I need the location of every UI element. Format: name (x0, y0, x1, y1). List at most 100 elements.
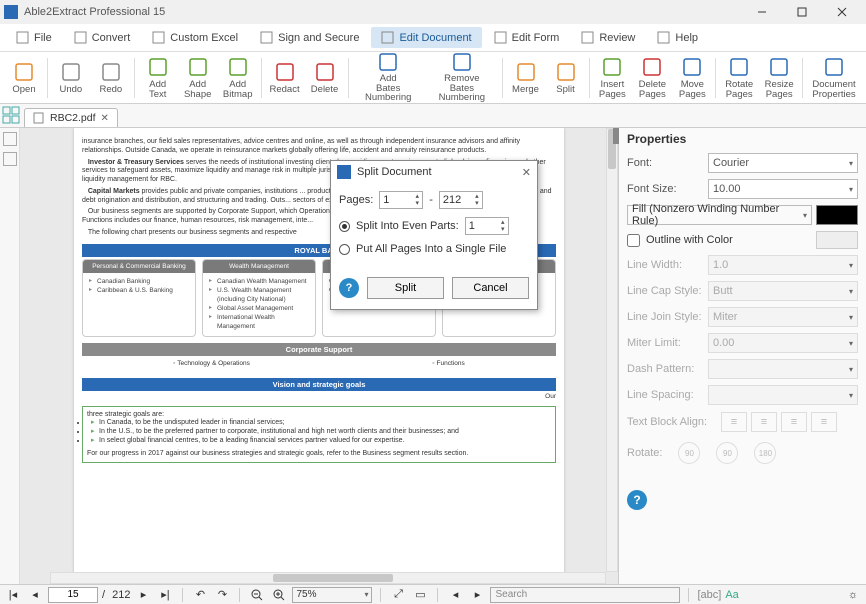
rotate-ccw-button[interactable]: ↶ (191, 587, 209, 603)
zoom-select[interactable]: 75% (292, 587, 372, 603)
delete-button[interactable]: Delete (305, 54, 345, 102)
panel-splitter-icon[interactable] (613, 128, 619, 144)
panel-grid-icon[interactable] (2, 106, 20, 124)
zoom-in-button[interactable] (270, 587, 288, 603)
insert-pages-icon (601, 56, 623, 78)
redo-icon (100, 61, 122, 83)
menu-help[interactable]: Help (647, 27, 708, 48)
dialog-close-icon[interactable]: ✕ (522, 166, 531, 179)
doc-scrollbar-horizontal[interactable] (50, 572, 606, 584)
page-number-input[interactable] (48, 587, 98, 603)
menu-file[interactable]: File (6, 27, 62, 48)
search-next-button[interactable]: ▸ (468, 587, 486, 603)
move-pages-button[interactable]: MovePages (672, 54, 712, 102)
fit-width-button[interactable]: ⤢ (389, 587, 407, 603)
outline-color-swatch[interactable] (816, 231, 858, 249)
rotate-90-cw-button[interactable]: 90 (716, 442, 738, 464)
add-text-button[interactable]: AddText (138, 54, 178, 102)
redact-icon (274, 61, 296, 83)
zoom-out-button[interactable] (248, 587, 266, 603)
match-case-icon[interactable]: Aa (725, 589, 738, 601)
maximize-button[interactable] (782, 0, 822, 24)
first-page-button[interactable]: |◂ (4, 587, 22, 603)
menu-edit-form[interactable]: Edit Form (484, 27, 570, 48)
resize-pages-icon (768, 56, 790, 78)
title-bar: Able2Extract Professional 15 (0, 0, 866, 24)
line-spacing-input (708, 385, 858, 405)
doc-scrollbar-vertical[interactable] (606, 128, 618, 572)
rotate-180-button[interactable]: 180 (754, 442, 776, 464)
align-center-button[interactable]: ≡ (751, 412, 777, 432)
dialog-titlebar[interactable]: Split Document ✕ (331, 161, 537, 183)
split-button[interactable]: Split (546, 54, 586, 102)
app-icon (4, 5, 18, 19)
banner-support: Corporate Support (82, 343, 556, 356)
delete-pages-button[interactable]: DeletePages (632, 54, 672, 102)
fit-page-button[interactable]: ▭ (411, 587, 429, 603)
bates-add-button[interactable]: AddBates Numbering (351, 54, 425, 102)
prev-page-button[interactable]: ◂ (26, 587, 44, 603)
fill-color-swatch[interactable] (816, 205, 858, 225)
doc-props-button[interactable]: DocumentProperties (806, 54, 862, 102)
rotate-90-ccw-button[interactable]: 90 (678, 442, 700, 464)
rotate-pages-button[interactable]: RotatePages (719, 54, 759, 102)
delete-icon (314, 61, 336, 83)
font-size-input[interactable]: 10.00 (708, 179, 858, 199)
rotate-pages-icon (728, 56, 750, 78)
match-word-icon[interactable]: [abc] (697, 589, 721, 601)
split-button[interactable]: Split (367, 277, 444, 299)
properties-help-button[interactable]: ? (627, 490, 647, 510)
search-input[interactable]: Search (490, 587, 680, 603)
dialog-help-button[interactable]: ? (339, 278, 359, 298)
search-prev-button[interactable]: ◂ (446, 587, 464, 603)
goals-box: three strategic goals are: In Canada, to… (82, 406, 556, 464)
next-page-button[interactable]: ▸ (134, 587, 152, 603)
split-even-radio[interactable] (339, 221, 350, 232)
align-right-button[interactable]: ≡ (781, 412, 807, 432)
align-justify-button[interactable]: ≡ (811, 412, 837, 432)
open-button[interactable]: Open (4, 54, 44, 102)
undo-button[interactable]: Undo (51, 54, 91, 102)
file-tab[interactable]: RBC2.pdf ✕ (24, 108, 118, 127)
close-button[interactable] (822, 0, 862, 24)
pages-from-input[interactable]: 1▴▾ (379, 191, 423, 209)
gutter-button-1[interactable] (3, 132, 17, 146)
insert-pages-button[interactable]: InsertPages (592, 54, 632, 102)
bates-remove-button[interactable]: RemoveBates Numbering (425, 54, 499, 102)
pages-to-input[interactable]: 212▴▾ (439, 191, 483, 209)
add-shape-icon (187, 56, 209, 78)
menu-edit-document[interactable]: Edit Document (371, 27, 481, 48)
left-gutter (0, 128, 20, 584)
menu-review[interactable]: Review (571, 27, 645, 48)
menu-sign-and-secure[interactable]: Sign and Secure (250, 27, 369, 48)
single-file-radio[interactable] (339, 244, 350, 255)
menu-custom-excel[interactable]: Custom Excel (142, 27, 248, 48)
even-parts-input[interactable]: 1▴▾ (465, 217, 509, 235)
font-select[interactable]: Courier (708, 153, 858, 173)
open-icon (13, 61, 35, 83)
resize-pages-button[interactable]: ResizePages (759, 54, 799, 102)
dialog-icon (337, 165, 351, 179)
gutter-button-2[interactable] (3, 152, 17, 166)
merge-button[interactable]: Merge (506, 54, 546, 102)
redact-button[interactable]: Redact (265, 54, 305, 102)
cancel-button[interactable]: Cancel (452, 277, 529, 299)
file-tab-label: RBC2.pdf (50, 112, 96, 124)
redo-button[interactable]: Redo (91, 54, 131, 102)
properties-heading: Properties (619, 128, 866, 150)
menu-convert[interactable]: Convert (64, 27, 141, 48)
miter-limit-input: 0.00 (708, 333, 858, 353)
minimize-button[interactable] (742, 0, 782, 24)
menu-bar: FileConvertCustom ExcelSign and SecureEd… (0, 24, 866, 52)
rotate-cw-button[interactable]: ↷ (213, 587, 231, 603)
fill-rule-select[interactable]: Fill (Nonzero Winding Number Rule) (627, 205, 812, 225)
line-cap-select: Butt (708, 281, 858, 301)
tab-close-icon[interactable]: ✕ (101, 113, 109, 124)
split-document-dialog: Split Document ✕ Pages: 1▴▾ - 212▴▾ Spli… (330, 160, 538, 310)
last-page-button[interactable]: ▸| (156, 587, 174, 603)
outline-checkbox[interactable] (627, 234, 640, 247)
add-shape-button[interactable]: AddShape (178, 54, 218, 102)
add-bitmap-button[interactable]: AddBitmap (218, 54, 258, 102)
align-left-button[interactable]: ≡ (721, 412, 747, 432)
theme-button[interactable]: ☼ (844, 587, 862, 603)
